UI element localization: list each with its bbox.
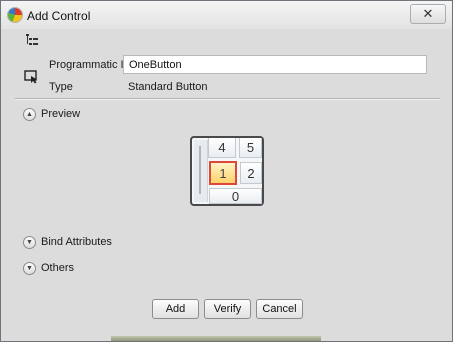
preview-key-4: 4 [208,138,236,158]
bind-attributes-section-label: Bind Attributes [41,236,112,248]
control-preview: 4 5 1 2 0 [190,136,264,206]
add-control-dialog: Add Control ✕ Programmatic Id Type Stand… [0,0,453,342]
programmatic-id-input[interactable] [123,55,427,74]
type-value: Standard Button [128,81,208,93]
cancel-button[interactable]: Cancel [256,299,303,319]
add-button[interactable]: Add [152,299,199,319]
close-icon: ✕ [422,6,434,21]
bind-attributes-expander[interactable]: ▼ Bind Attributes [23,235,112,249]
background-window-edge [111,336,321,341]
preview-expander[interactable]: ▲ Preview [23,107,80,121]
verify-button[interactable]: Verify [204,299,251,319]
others-expander[interactable]: ▼ Others [23,261,74,275]
preview-scrollbar [194,140,208,202]
others-section-label: Others [41,262,75,274]
type-label: Type [49,81,73,93]
chevron-up-icon: ▲ [23,107,36,121]
properties-list-icon[interactable] [25,33,39,47]
preview-key-5: 5 [239,138,262,158]
app-logo-icon [8,8,22,22]
chevron-down-icon: ▼ [23,235,36,249]
preview-key-0: 0 [209,188,262,204]
chevron-down-icon: ▼ [23,261,36,275]
close-button[interactable]: ✕ [410,4,446,24]
control-cursor-icon [24,70,37,84]
divider [15,98,440,100]
programmatic-id-label: Programmatic Id [49,59,130,71]
preview-section-label: Preview [41,108,81,120]
window-title: Add Control [27,9,91,23]
preview-key-1-selected: 1 [209,161,237,185]
preview-key-2: 2 [240,162,262,184]
title-bar[interactable]: Add Control ✕ [1,1,452,29]
